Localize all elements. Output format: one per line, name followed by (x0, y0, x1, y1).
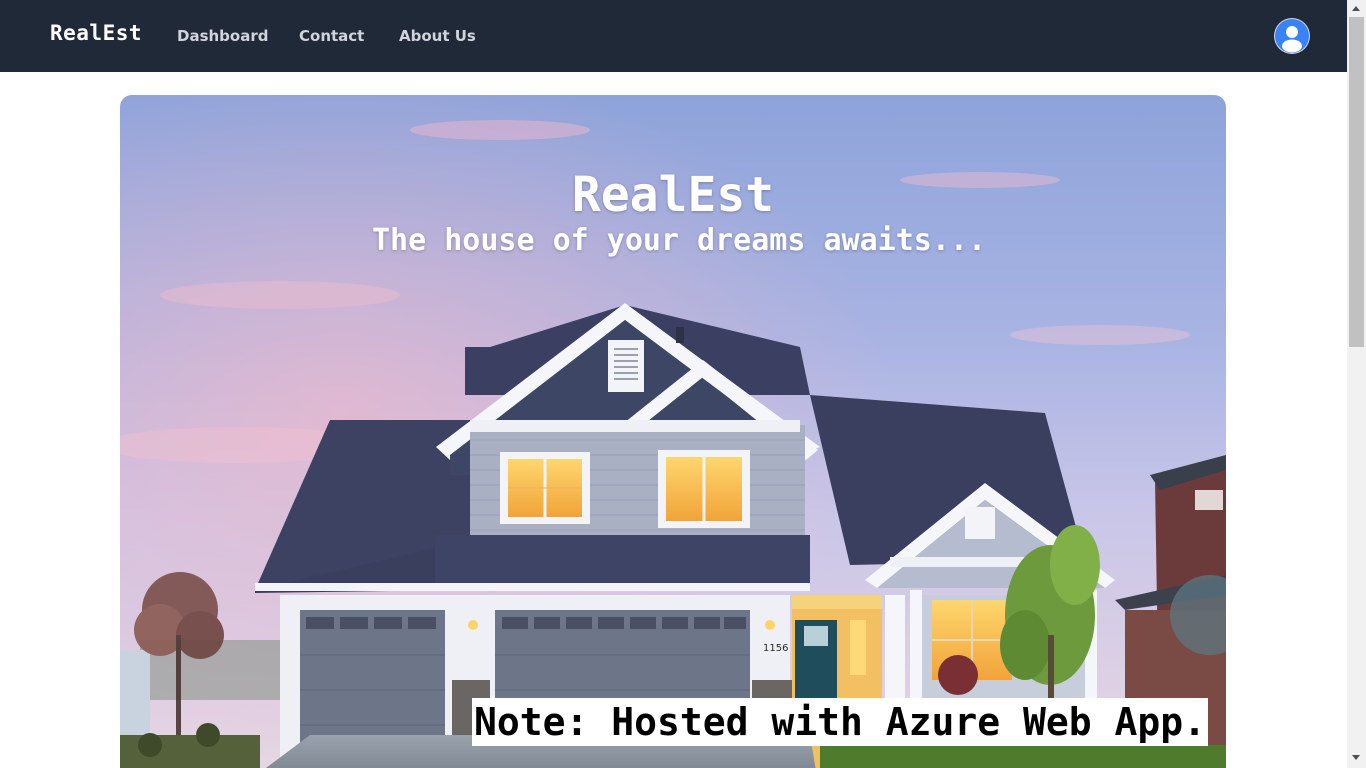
top-navbar: RealEst Dashboard Contact About Us (0, 0, 1347, 72)
hosting-note: Note: Hosted with Azure Web App. (472, 698, 1208, 746)
house-number-sign: 1156 (763, 643, 788, 654)
hosting-note-text: Note: Hosted with Azure Web App. (473, 700, 1207, 744)
scroll-up-arrow-icon[interactable] (1352, 6, 1360, 11)
scrollbar-thumb[interactable] (1349, 17, 1364, 347)
hero-subtitle: The house of your dreams awaits... (371, 223, 987, 258)
hero-banner: 1156 RealEst The house of your dreams aw… (120, 95, 1226, 768)
brand-logo[interactable]: RealEst (50, 21, 142, 45)
vertical-scrollbar[interactable] (1347, 0, 1366, 768)
nav-link-dashboard[interactable]: Dashboard (177, 27, 268, 45)
nav-link-contact[interactable]: Contact (299, 27, 364, 45)
hero-title: RealEst (571, 167, 775, 223)
page: RealEst Dashboard Contact About Us 1156 … (0, 0, 1366, 768)
scroll-down-arrow-icon[interactable] (1352, 755, 1360, 760)
user-avatar-icon[interactable] (1275, 19, 1309, 53)
nav-link-about-us[interactable]: About Us (399, 27, 476, 45)
